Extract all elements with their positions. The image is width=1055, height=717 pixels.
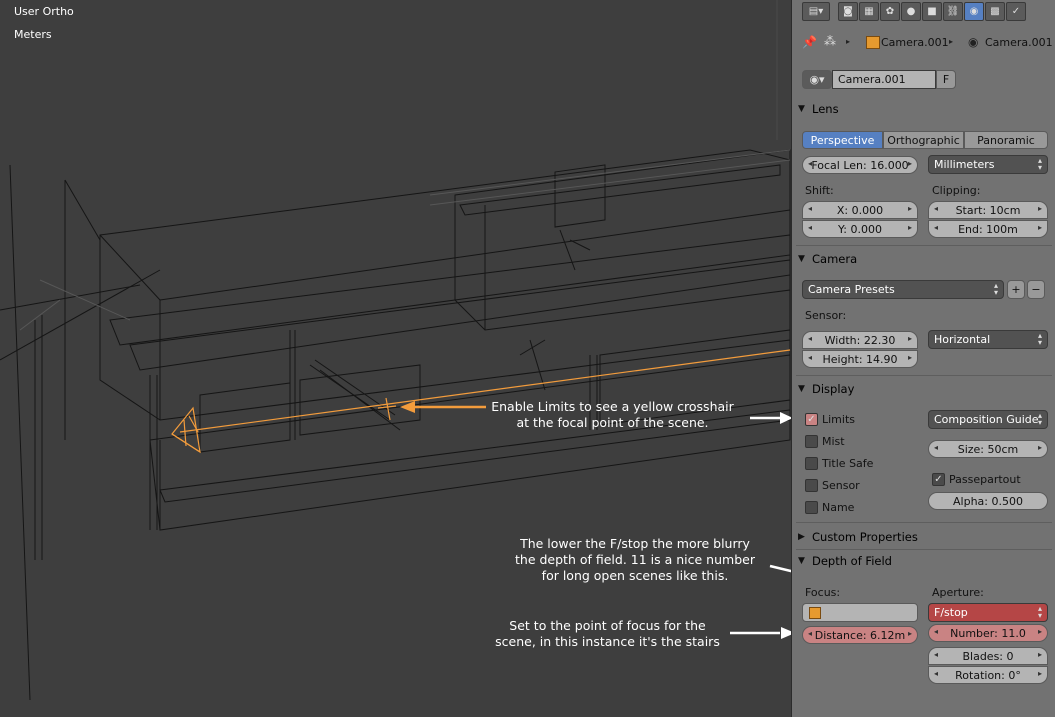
focal-length-field[interactable]: ◂ Focal Len: 16.000 ▸ <box>802 156 918 174</box>
tab-panoramic[interactable]: Panoramic <box>964 131 1048 149</box>
units-label: Meters <box>14 28 52 41</box>
tab-orthographic[interactable]: Orthographic <box>883 131 964 149</box>
mist-label: Mist <box>822 435 845 448</box>
panel-separator <box>796 522 1052 523</box>
rotation-field[interactable]: ◂ Rotation: 0° ▸ <box>928 666 1048 684</box>
panel-separator <box>796 245 1052 246</box>
physics-tab-icon[interactable]: ✓ <box>1006 2 1026 21</box>
focus-object-field[interactable] <box>802 603 918 622</box>
name-checkbox[interactable] <box>805 501 818 514</box>
3d-viewport[interactable]: User Ortho Meters Enable Limits to see a… <box>0 0 791 717</box>
composition-guide-select[interactable]: Composition Guide ▴ ▾ <box>928 410 1048 429</box>
display-panel-header[interactable]: ▼ Display <box>798 379 1050 399</box>
object-icon <box>866 36 880 49</box>
passepartout-label: Passepartout <box>949 473 1021 486</box>
breadcrumb-arrow-icon: ▸ <box>846 37 851 46</box>
datablock-name-field[interactable]: Camera.001 <box>832 70 936 89</box>
texture-tab-icon[interactable]: ▩ <box>985 2 1005 21</box>
object-icon <box>809 606 821 619</box>
camera-datablock-browse-icon[interactable]: ◉▾ <box>802 70 832 89</box>
title-safe-label: Title Safe <box>822 457 874 470</box>
remove-preset-button[interactable]: − <box>1027 280 1045 299</box>
camera-presets-select[interactable]: Camera Presets ▴ ▾ <box>802 280 1004 299</box>
scene-tab-icon[interactable]: ✿ <box>880 2 900 21</box>
scene-icon: ⁂ <box>824 34 836 48</box>
shift-label: Shift: <box>805 184 834 197</box>
limits-label: Limits <box>822 413 855 426</box>
title-safe-checkbox[interactable] <box>805 457 818 470</box>
fstop-annotation: The lower the F/stop the more blurry the… <box>515 536 755 583</box>
lens-unit-select[interactable]: Millimeters ▴ ▾ <box>928 155 1048 174</box>
camera-data-icon: ◉ <box>968 35 979 49</box>
collapse-triangle-icon: ▼ <box>798 254 805 264</box>
aperture-label: Aperture: <box>932 586 984 599</box>
editor-type-icon[interactable]: ▤▾ <box>802 2 830 21</box>
fake-user-button[interactable]: F <box>936 70 956 89</box>
breadcrumb-object[interactable]: Camera.001 <box>881 36 949 49</box>
add-preset-button[interactable]: + <box>1007 280 1025 299</box>
collapse-triangle-icon: ▼ <box>798 556 805 566</box>
panel-separator <box>796 549 1052 550</box>
collapse-triangle-icon: ▼ <box>798 384 805 394</box>
lens-panel-header[interactable]: ▼ Lens <box>798 99 1050 119</box>
world-tab-icon[interactable]: ● <box>901 2 921 21</box>
render-layers-tab-icon[interactable]: ▦ <box>859 2 879 21</box>
constraints-tab-icon[interactable]: ⛓ <box>943 2 963 21</box>
focus-annotation: Set to the point of focus for the scene,… <box>495 618 720 649</box>
scene-wireframe <box>0 0 791 701</box>
clipping-label: Clipping: <box>932 184 981 197</box>
name-label: Name <box>822 501 855 514</box>
pin-icon[interactable]: 📌 <box>802 35 817 49</box>
sensor-height-field[interactable]: ◂ Height: 14.90 ▸ <box>802 350 918 368</box>
sensor-fit-select[interactable]: Horizontal ▴ ▾ <box>928 330 1048 349</box>
limits-checkbox[interactable]: ✓ <box>805 413 818 426</box>
breadcrumb-data[interactable]: Camera.001 <box>985 36 1053 49</box>
properties-toolbar: ▤▾ ◙ ▦ ✿ ● ■ ⛓ ◉ ▩ ✓ <box>792 0 1055 24</box>
clip-start-field[interactable]: ◂ Start: 10cm ▸ <box>928 201 1048 219</box>
breadcrumb-arrow-icon: ▸ <box>949 37 954 46</box>
render-tab-icon[interactable]: ◙ <box>838 2 858 21</box>
dof-panel-header[interactable]: ▼ Depth of Field <box>798 551 1050 571</box>
aperture-type-select[interactable]: F/stop ▴ ▾ <box>928 603 1048 622</box>
properties-editor: ▤▾ ◙ ▦ ✿ ● ■ ⛓ ◉ ▩ ✓ 📌 ⁂ ▸ Camera.001 ▸ … <box>791 0 1055 717</box>
focus-distance-field[interactable]: ◂ Distance: 6.12m ▸ <box>802 626 918 644</box>
shift-x-field[interactable]: ◂ X: 0.000 ▸ <box>802 201 918 219</box>
fstop-number-field[interactable]: ◂ Number: 11.0 ▸ <box>928 624 1048 642</box>
custom-properties-panel-header[interactable]: ▶ Custom Properties <box>798 527 1050 547</box>
expand-triangle-icon: ▶ <box>798 532 805 542</box>
tab-perspective[interactable]: Perspective <box>802 131 883 149</box>
panel-separator <box>796 375 1052 376</box>
object-tab-icon[interactable]: ■ <box>922 2 942 21</box>
focus-label: Focus: <box>805 586 841 599</box>
passepartout-checkbox[interactable]: ✓ <box>932 473 945 486</box>
collapse-triangle-icon: ▼ <box>798 104 805 114</box>
sensor-checkbox[interactable] <box>805 479 818 492</box>
display-size-field[interactable]: ◂ Size: 50cm ▸ <box>928 440 1048 458</box>
passepartout-alpha-field[interactable]: Alpha: 0.500 <box>928 492 1048 510</box>
mist-checkbox[interactable] <box>805 435 818 448</box>
limits-annotation: Enable Limits to see a yellow crosshair … <box>491 399 734 430</box>
camera-panel-header[interactable]: ▼ Camera <box>798 249 1050 269</box>
sensor-width-field[interactable]: ◂ Width: 22.30 ▸ <box>802 331 918 349</box>
sensor-label: Sensor: <box>805 309 847 322</box>
shift-y-field[interactable]: ◂ Y: 0.000 ▸ <box>802 220 918 238</box>
camera-data-tab-icon[interactable]: ◉ <box>964 2 984 21</box>
blades-field[interactable]: ◂ Blades: 0 ▸ <box>928 647 1048 665</box>
sensor-display-label: Sensor <box>822 479 860 492</box>
clip-end-field[interactable]: ◂ End: 100m ▸ <box>928 220 1048 238</box>
view-name-label: User Ortho <box>14 5 74 18</box>
